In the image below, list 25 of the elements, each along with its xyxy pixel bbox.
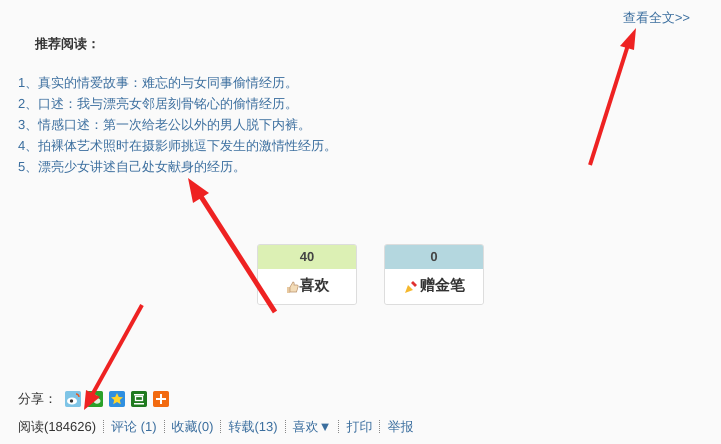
article-link[interactable]: 3、情感口述：第一次给老公以外的男人脱下内裤。 xyxy=(18,114,721,135)
vote-label: 赠金笔 xyxy=(420,276,465,296)
article-link[interactable]: 2、口述：我与漂亮女邻居刻骨铭心的偷情经历。 xyxy=(18,93,721,114)
vote-label: 喜欢 xyxy=(300,276,330,296)
vote-button[interactable]: 40 喜欢 xyxy=(257,244,357,305)
vote-button[interactable]: 0 赠金笔 xyxy=(384,244,484,305)
vote-count: 0 xyxy=(385,245,483,269)
article-link[interactable]: 4、拍裸体艺术照时在摄影师挑逗下发生的激情性经历。 xyxy=(18,135,721,156)
footer-link[interactable]: 喜欢▼ xyxy=(292,416,332,436)
vote-count: 40 xyxy=(258,245,356,269)
star-icon[interactable] xyxy=(109,390,125,407)
read-count: 阅读(184626) xyxy=(18,418,96,436)
footer-link[interactable]: 收藏(0) xyxy=(172,416,214,436)
recommend-title: 推荐阅读： xyxy=(34,34,101,52)
footer-link[interactable]: 举报 xyxy=(387,416,414,436)
pen-icon xyxy=(403,278,419,294)
footer-link[interactable]: 评论 (1) xyxy=(111,416,157,436)
article-link[interactable]: 1、真实的情爱故事：难忘的与女同事偷情经历。 xyxy=(18,72,721,93)
footer-link[interactable]: 转载(13) xyxy=(228,416,278,436)
share-label: 分享： xyxy=(18,390,57,408)
thumbs-up-icon xyxy=(284,280,298,294)
footer-link[interactable]: 打印 xyxy=(346,416,372,436)
full-text-link[interactable]: 查看全文>> xyxy=(622,8,690,28)
plus-icon[interactable] xyxy=(153,390,169,407)
article-link[interactable]: 5、漂亮少女讲述自己处女献身的经历。 xyxy=(18,156,721,177)
